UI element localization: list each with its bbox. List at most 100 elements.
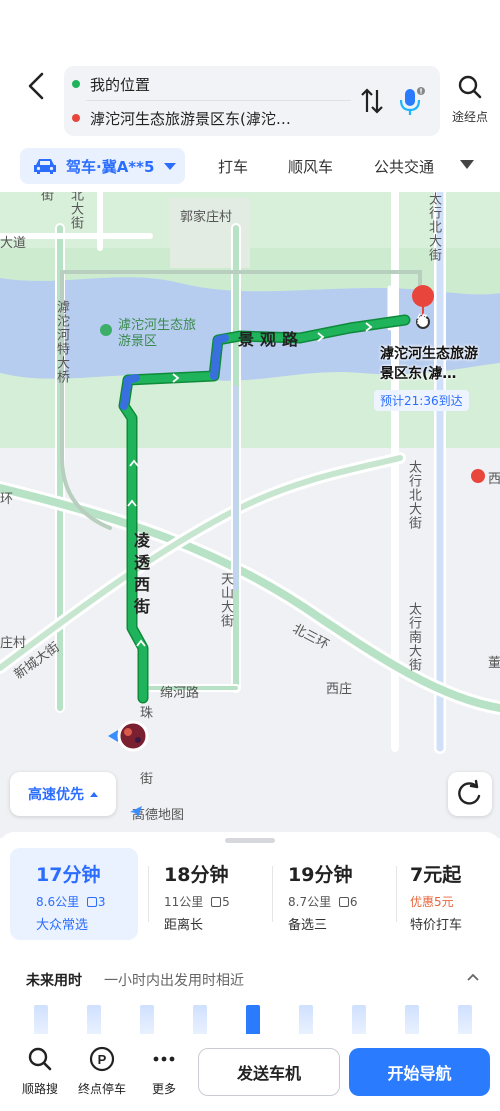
route-3-distance: 8.7公里 6 [288, 893, 388, 910]
end-parking-button[interactable]: P 终点停车 [74, 1046, 130, 1097]
destination-text: 滹沱河生态旅游景区东(滹沱… [90, 109, 291, 128]
future-time-chart[interactable] [0, 998, 500, 1034]
map-label-huan: 环 [0, 492, 14, 507]
route-planning-page: 我的位置 滹沱河生态旅游景区东(滹沱… 途经点 驾车·冀A**5 打车 顺风车 … [0, 0, 500, 1111]
traffic-light-icon [211, 897, 222, 907]
tab-drive[interactable]: 驾车·冀A**5 [20, 148, 185, 184]
tab-carpool[interactable]: 顺风车 [288, 156, 333, 177]
route-1-distance: 8.6公里 3 [36, 893, 138, 910]
future-time-bar[interactable] [405, 1005, 419, 1034]
microphone-icon [399, 87, 425, 115]
route-map[interactable]: 街 北大街 郭家庄村 大道 太行北大街 滹沱河生态旅游景区 滹沱河特大桥 景观路… [0, 188, 500, 838]
future-time-bar[interactable] [193, 1005, 207, 1034]
more-dots-icon [153, 1056, 175, 1062]
route-preference-label: 高速优先 [28, 787, 84, 803]
route-preference-button[interactable]: 高速优先 [10, 772, 116, 816]
search-icon [458, 75, 482, 99]
destination-dot-icon [72, 114, 80, 122]
taxi-tag: 特价打车 [410, 918, 463, 933]
chevron-down-icon [164, 162, 177, 170]
swap-button[interactable] [358, 86, 386, 116]
destination-row[interactable]: 滹沱河生态旅游景区东(滹沱… [72, 102, 291, 134]
route-2-time: 18分钟 [164, 864, 229, 886]
map-label-taihang-north-top: 太行北大街 [426, 192, 441, 262]
more-label: 更多 [151, 1082, 176, 1096]
route-option-1[interactable]: 17分钟 8.6公里 3 大众常选 [10, 848, 138, 940]
back-button[interactable] [20, 68, 56, 104]
svg-text:P: P [98, 1052, 107, 1067]
route-separator [396, 866, 397, 922]
bottom-action-bar: 顺路搜 P 终点停车 更多 发送车机 开始导航 [0, 1036, 500, 1111]
map-label-jingguan-road: 景观路 [238, 330, 305, 349]
map-label-zhu: 珠 [140, 706, 154, 721]
amap-logo: 高德地图 [128, 804, 184, 823]
route-3-tag: 备选三 [288, 918, 328, 933]
route-option-2[interactable]: 18分钟 11公里 5 距离长 [164, 848, 264, 940]
navigation-arrow-icon [130, 806, 142, 818]
drive-tab-label: 驾车·冀A**5 [66, 157, 155, 176]
future-time-hint: 一小时内出发用时相近 [104, 973, 244, 989]
future-time-bar[interactable] [246, 1005, 260, 1034]
sheet-handle[interactable] [225, 838, 275, 843]
end-parking-label: 终点停车 [77, 1082, 126, 1096]
route-1-tag: 大众常选 [36, 918, 89, 933]
future-time-bar[interactable] [34, 1005, 48, 1034]
voice-input-button[interactable] [394, 84, 428, 118]
send-to-car-button[interactable]: 发送车机 [198, 1048, 340, 1096]
along-route-search-button[interactable]: 顺路搜 [12, 1046, 68, 1097]
route-header: 我的位置 滹沱河生态旅游景区东(滹沱… 途经点 驾车·冀A**5 打车 顺风车 … [0, 0, 500, 192]
route-1-lights: 3 [97, 895, 106, 909]
along-route-search-label: 顺路搜 [21, 1082, 58, 1096]
traffic-light-icon [86, 897, 97, 907]
tab-taxi[interactable]: 打车 [218, 156, 248, 177]
future-time-bar[interactable] [87, 1005, 101, 1034]
map-label-xizhuang: 西庄 [326, 682, 353, 697]
start-navigation-button[interactable]: 开始导航 [349, 1048, 490, 1096]
travel-mode-bar: 驾车·冀A**5 打车 顺风车 公共交通 [0, 144, 500, 188]
chevron-up-icon[interactable] [466, 970, 480, 984]
map-label-street-bottom: 街 [140, 772, 154, 787]
swap-icon [361, 88, 383, 114]
route-separator [148, 866, 149, 922]
taxi-option[interactable]: 7元起 优惠5元 特价打车 [410, 848, 496, 940]
tab-public-transit[interactable]: 公共交通 [374, 156, 434, 177]
map-label-zhuangcun: 庄村 [0, 636, 27, 651]
map-label-north-street: 北大街 [68, 188, 83, 230]
map-label-mianhe-road: 绵河路 [160, 686, 200, 701]
route-2-tag: 距离长 [164, 918, 204, 933]
traffic-light-icon [338, 897, 349, 907]
end-marker-label: 终 [417, 313, 428, 326]
more-modes-icon[interactable] [460, 160, 474, 169]
route-2-km: 11公里 [164, 895, 204, 909]
refresh-route-button[interactable] [448, 772, 492, 816]
destination-map-label[interactable]: 滹沱河生态旅游景区东(滹… [380, 344, 490, 384]
map-label-dong: 董 [488, 656, 500, 671]
map-label-hutuo-bridge: 滹沱河特大桥 [54, 300, 69, 384]
route-3-time: 19分钟 [288, 864, 353, 886]
route-1-time: 17分钟 [36, 864, 101, 886]
eta-badge: 预计21:36到达 [374, 390, 469, 411]
origin-text: 我的位置 [90, 75, 151, 94]
future-time-bar[interactable] [458, 1005, 472, 1034]
route-2-distance: 11公里 5 [164, 893, 264, 910]
route-2-lights: 5 [222, 895, 230, 909]
future-time-bar[interactable] [352, 1005, 366, 1034]
route-1-km: 8.6公里 [36, 895, 80, 909]
map-label-scenic-area: 滹沱河生态旅游景区 [118, 318, 197, 349]
future-time-bar[interactable] [299, 1005, 313, 1034]
map-label-tianshan-street: 天山大街 [218, 572, 233, 628]
input-divider [86, 100, 351, 101]
map-label-lingtou-west: 凌透西街 [131, 532, 150, 620]
map-label-taihang-north-mid: 太行北大街 [406, 460, 421, 530]
add-waypoint-button[interactable]: 途经点 [448, 74, 492, 130]
more-button[interactable]: 更多 [136, 1046, 192, 1097]
origin-row[interactable]: 我的位置 [72, 68, 150, 100]
map-label-road-left: 大道 [0, 236, 27, 251]
origin-dot-icon [72, 80, 80, 88]
map-label-taihang-south: 太行南大街 [406, 602, 421, 672]
back-arrow-icon [28, 72, 44, 100]
future-time-bar[interactable] [140, 1005, 154, 1034]
route-option-3[interactable]: 19分钟 8.7公里 6 备选三 [288, 848, 388, 940]
route-separator [272, 866, 273, 922]
car-icon [34, 159, 56, 174]
